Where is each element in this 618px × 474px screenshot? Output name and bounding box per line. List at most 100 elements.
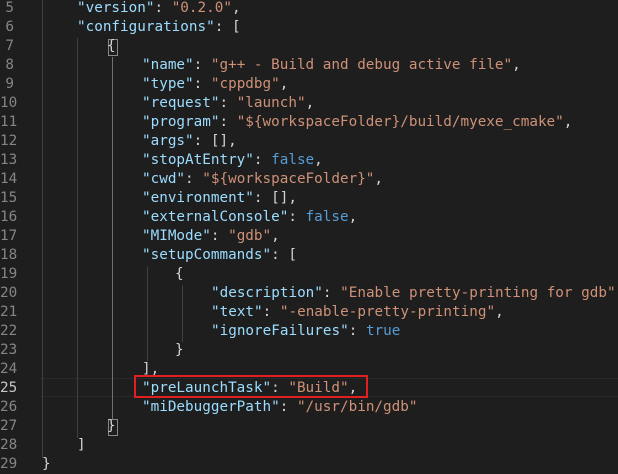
json-key: "ignoreFailures" [211,323,349,339]
json-punctuation: { [107,38,116,54]
json-key: "MIMode" [142,228,211,244]
json-punctuation: : [219,95,237,111]
json-punctuation: : [262,304,280,320]
code-line[interactable]: 29} [0,455,618,474]
code-line[interactable]: 11 "program": "${workspaceFolder}/build/m… [0,113,618,132]
code-text: ], [142,360,159,379]
json-literal: false [305,209,349,225]
code-text: "args": [], [142,132,237,151]
line-number: 9 [5,76,14,92]
json-punctuation: { [175,266,184,282]
code-text: "preLaunchTask": "Build", [142,379,357,398]
code-line[interactable]: 22 "ignoreFailures": true [0,322,618,341]
code-text: "MIMode": "gdb", [142,227,280,246]
code-line[interactable]: 5 "version": "0.2.0", [0,0,618,18]
code-text: "configurations": [ [77,18,241,37]
json-punctuation: , [305,95,315,111]
line-number: 5 [5,0,14,16]
json-string: "${workspaceFolder}" [202,171,375,187]
line-number: 26 [0,399,18,415]
code-text: "ignoreFailures": true [211,322,400,341]
code-line[interactable]: 26 "miDebuggerPath": "/usr/bin/gdb" [0,398,618,417]
json-string: "cppdbg" [210,76,280,92]
json-key: "name" [142,57,194,73]
code-line[interactable]: 23} [0,341,618,360]
code-line[interactable]: 9 "type": "cppdbg", [0,75,618,94]
code-line[interactable]: 12 "args": [], [0,132,618,151]
json-punctuation: : [279,399,297,415]
json-punctuation: , [279,76,289,92]
code-text: "cwd": "${workspaceFolder}", [142,170,383,189]
json-key: "stopAtEntry" [142,152,254,168]
line-number: 16 [0,209,18,225]
json-string: "gdb" [228,228,272,244]
code-text: { [175,265,184,284]
line-number: 10 [0,95,18,111]
code-line[interactable]: 6 "configurations": [ [0,18,618,37]
json-string: "0.2.0" [171,0,232,16]
code-line[interactable]: 7{ [0,37,618,56]
code-line[interactable]: 25 "preLaunchTask": "Build", [0,379,618,398]
json-punctuation: : [219,114,237,130]
json-key: "version" [77,0,155,16]
json-punctuation: , [348,380,358,396]
json-punctuation: : [210,228,229,244]
code-text: "program": "${workspaceFolder}/build/mye… [142,113,572,132]
json-punctuation: : [193,76,211,92]
code-line[interactable]: 21 "text": "-enable-pretty-printing", [0,303,618,322]
code-text: } [175,341,184,360]
json-string: "-enable-pretty-printing" [279,304,496,320]
code-line[interactable]: 27} [0,417,618,436]
line-number: 21 [0,304,18,320]
line-number: 6 [5,19,14,35]
json-punctuation: , [563,114,573,130]
code-text: "stopAtEntry": false, [142,151,323,170]
line-number: 8 [5,57,14,73]
line-number: 19 [0,266,18,282]
code-text: "environment": [], [142,189,297,208]
json-string: "Enable pretty-printing for gdb" [340,285,616,301]
code-text: "version": "0.2.0", [77,0,241,18]
json-punctuation: : [348,323,366,339]
json-literal: false [271,152,315,168]
json-key: "request" [142,95,220,111]
code-text: { [107,37,116,56]
code-line[interactable]: 20 "description": "Enable pretty-printing… [0,284,618,303]
json-punctuation: , [495,304,504,320]
code-line[interactable]: 10 "request": "launch", [0,94,618,113]
json-literal: true [365,323,401,339]
code-text: "type": "cppdbg", [142,75,288,94]
code-editor[interactable]: 5 "version": "0.2.0", 6 "configurations": [… [0,0,618,474]
line-number: 25 [0,380,18,396]
line-number: 15 [0,190,18,206]
code-line[interactable]: 15 "environment": [], [0,189,618,208]
code-line[interactable]: 14 "cwd": "${workspaceFolder}", [0,170,618,189]
code-text: "name": "g++ - Build and debug active fi… [142,56,521,75]
code-text: } [42,455,51,474]
code-line[interactable]: 17 "MIMode": "gdb", [0,227,618,246]
code-line[interactable]: 28] [0,436,618,455]
json-punctuation: , [512,57,521,73]
json-string: "launch" [236,95,306,111]
line-number: 13 [0,152,18,168]
code-line[interactable]: 13 "stopAtEntry": false, [0,151,618,170]
json-punctuation: } [42,456,51,472]
json-string: "/usr/bin/gdb" [296,399,418,415]
code-text: "description": "Enable pretty-printing f… [211,284,618,303]
json-punctuation: : [], [253,190,297,206]
code-line[interactable]: 8 "name": "g++ - Build and debug active f… [0,56,618,75]
code-text: ] [77,436,86,455]
code-line[interactable]: 16 "externalConsole": false, [0,208,618,227]
code-line[interactable]: 18 "setupCommands": [ [0,246,618,265]
json-key: "args" [142,133,194,149]
json-punctuation: ] [77,437,86,453]
code-line[interactable]: 24], [0,360,618,379]
json-key: "environment" [142,190,254,206]
code-line[interactable]: 19 { [0,265,618,284]
json-punctuation: : [288,209,306,225]
json-key: "preLaunchTask" [142,380,272,396]
line-number: 11 [0,114,18,130]
code-text: "text": "-enable-pretty-printing", [211,303,504,322]
json-punctuation: , [374,171,384,187]
json-key: "program" [142,114,220,130]
